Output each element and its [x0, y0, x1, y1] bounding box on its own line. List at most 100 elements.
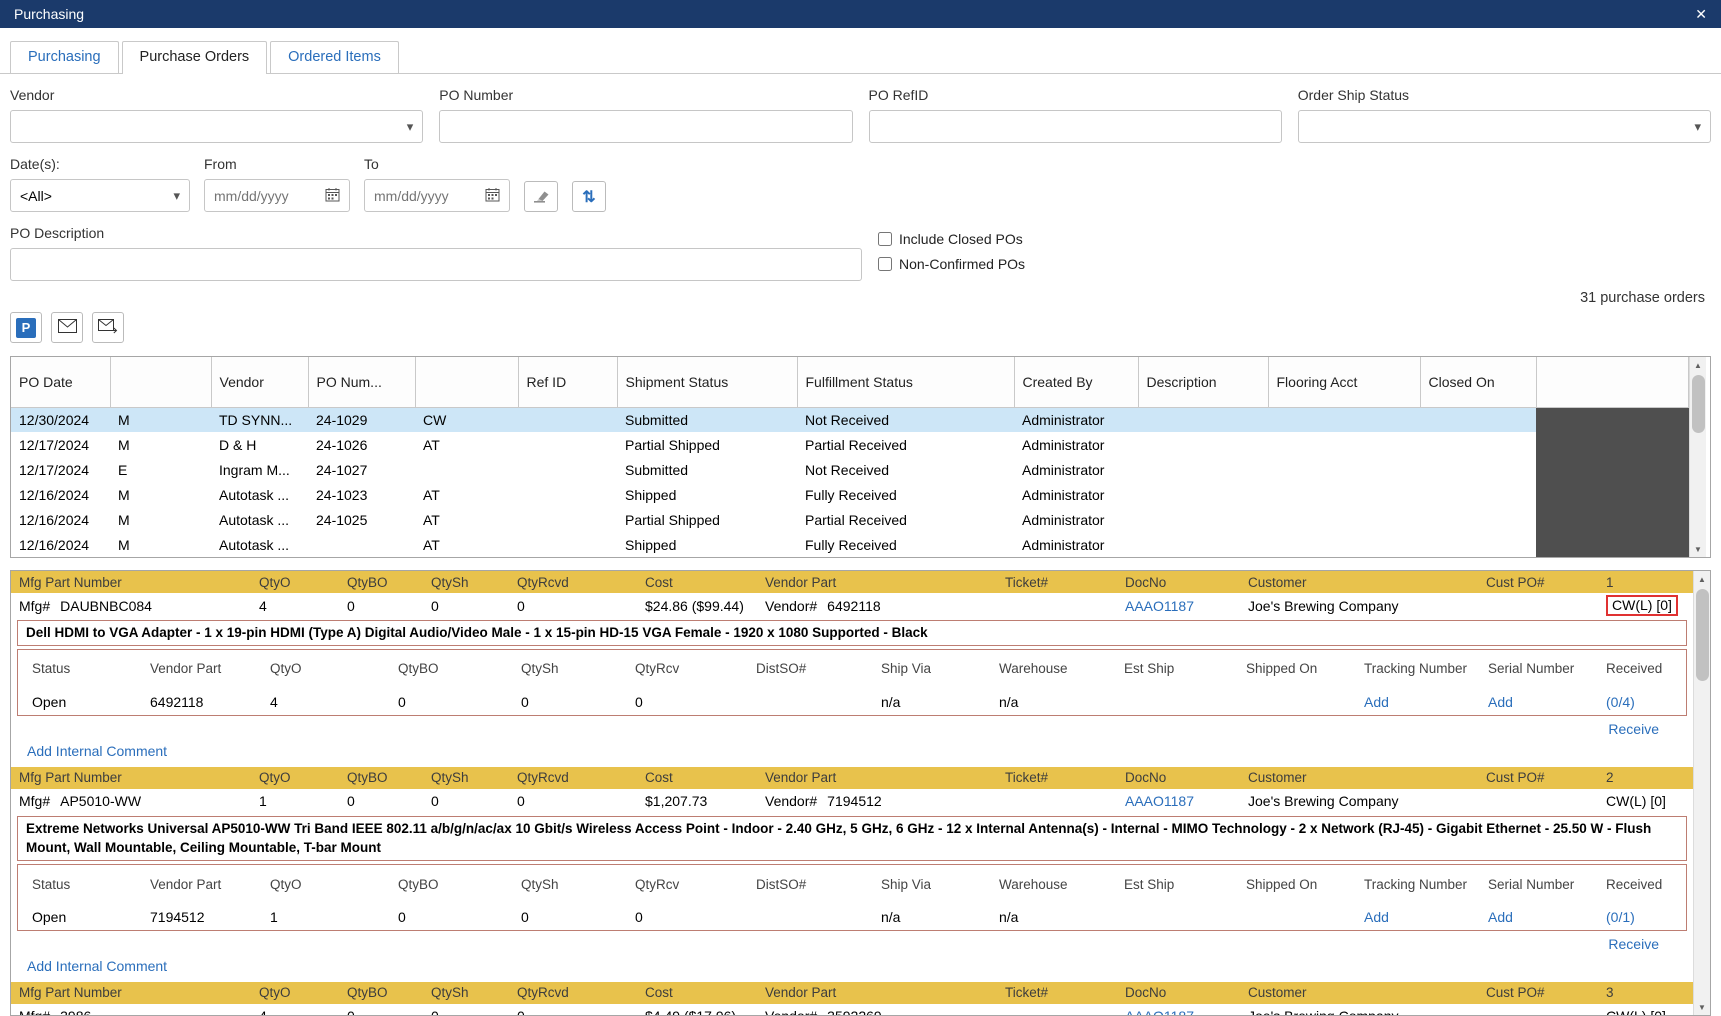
include-closed-pos-option[interactable]: Include Closed POs	[878, 231, 1025, 247]
receive-link[interactable]: Receive	[1608, 721, 1659, 737]
cell-fulfillment-status: Not Received	[805, 461, 890, 478]
received-count-link[interactable]: (0/1)	[1606, 909, 1635, 925]
calendar-icon[interactable]	[485, 187, 500, 205]
cw-link[interactable]: CW(L) [0]	[1606, 1008, 1666, 1015]
po-number-input[interactable]	[439, 110, 853, 143]
col-shipment-status[interactable]: Shipment Status	[617, 357, 798, 408]
po-description-input[interactable]	[10, 248, 862, 281]
dates-select[interactable]: <All> ▾	[10, 179, 190, 212]
line-item-header: Mfg Part Number QtyO QtyBO QtySh QtyRcvd…	[11, 766, 1693, 789]
tab-purchasing[interactable]: Purchasing	[10, 41, 119, 73]
table-row[interactable]: 12/16/2024 M Autotask ... AT Shipped Ful…	[11, 532, 1689, 557]
col-qtyrcv: QtyRcv	[635, 876, 680, 892]
add-internal-comment-link[interactable]: Add Internal Comment	[27, 958, 167, 974]
add-internal-comment-link[interactable]: Add Internal Comment	[27, 743, 167, 759]
col-qtyrcvd: QtyRcvd	[517, 985, 569, 1001]
docno-link[interactable]: AAAO1187	[1125, 598, 1194, 614]
col-po-num[interactable]: PO Num...	[308, 357, 416, 408]
cw-link[interactable]: CW(L) [0]	[1612, 597, 1672, 613]
col-fulfillment-status[interactable]: Fulfillment Status	[797, 357, 1015, 408]
non-confirmed-pos-option[interactable]: Non-Confirmed POs	[878, 256, 1025, 272]
po-refid-input[interactable]	[868, 110, 1282, 143]
qtyo-value: 1	[270, 909, 278, 926]
vendor-part-number: 6492118	[827, 597, 881, 614]
email-forward-button[interactable]	[92, 312, 124, 343]
non-confirmed-pos-checkbox[interactable]	[878, 257, 892, 271]
to-date-placeholder: mm/dd/yyyy	[374, 187, 449, 204]
refresh-button[interactable]: ⇅	[572, 181, 606, 212]
cell-ref-id	[518, 507, 617, 532]
chevron-down-icon: ▾	[1694, 118, 1701, 134]
order-ship-status-select[interactable]: ▾	[1297, 110, 1711, 143]
customer-value: Joe's Brewing Company	[1248, 1008, 1486, 1015]
scroll-down-icon[interactable]: ▼	[1694, 999, 1711, 1015]
add-serial-link[interactable]: Add	[1488, 694, 1513, 710]
col-flooring-acct[interactable]: Flooring Acct	[1268, 357, 1421, 408]
col-cust-po: Cust PO#	[1486, 985, 1545, 1001]
qtybo-value: 0	[398, 694, 406, 711]
cell-closed-on	[1420, 507, 1536, 532]
line-item-row: Mfg# 3986 4 0 0 0 $4.49 ($17.96) Vendor# 3…	[11, 1004, 1693, 1015]
clear-filters-button[interactable]	[524, 181, 558, 212]
scroll-down-icon[interactable]: ▼	[1690, 541, 1707, 557]
po-document-button[interactable]: P	[10, 312, 42, 343]
include-closed-pos-checkbox[interactable]	[878, 232, 892, 246]
scroll-up-icon[interactable]: ▲	[1690, 357, 1707, 373]
add-tracking-link[interactable]: Add	[1364, 694, 1389, 710]
col-po-date[interactable]: PO Date	[11, 357, 111, 408]
tab-ordered-items[interactable]: Ordered Items	[270, 41, 399, 73]
po-table-scrollbar[interactable]: ▲ ▼	[1689, 357, 1706, 557]
cell-created-by: Administrator	[1022, 461, 1105, 478]
table-row[interactable]: 12/17/2024 M D & H 24-1026 AT Partial Sh…	[11, 432, 1689, 457]
from-date-placeholder: mm/dd/yyyy	[214, 187, 289, 204]
cell-source: AT	[423, 511, 440, 528]
line-item-row: Mfg# AP5010-WW 1 0 0 0 $1,207.73 Vendor# 7…	[11, 789, 1693, 814]
vendor-part-value: 7194512	[150, 909, 205, 926]
cell-fulfillment-status: Partial Received	[805, 436, 907, 453]
to-date-input[interactable]: mm/dd/yyyy	[364, 179, 510, 212]
scrollbar-thumb[interactable]	[1695, 589, 1709, 681]
line-item-index: 3	[1606, 985, 1614, 1001]
docno-link[interactable]: AAAO1187	[1125, 1008, 1194, 1015]
col-description[interactable]: Description	[1138, 357, 1269, 408]
calendar-icon[interactable]	[325, 187, 340, 205]
col-status: Status	[32, 876, 71, 892]
cell-shipment-status: Submitted	[617, 407, 797, 432]
col-source[interactable]	[415, 357, 519, 408]
col-qtybo: QtyBO	[398, 661, 439, 677]
toolbar: P	[0, 306, 1721, 343]
scrollbar-thumb[interactable]	[1691, 375, 1705, 433]
cw-link[interactable]: CW(L) [0]	[1606, 793, 1666, 809]
add-serial-link[interactable]: Add	[1488, 909, 1513, 925]
table-row[interactable]: 12/16/2024 M Autotask ... 24-1025 AT Par…	[11, 507, 1689, 532]
col-closed-on[interactable]: Closed On	[1420, 357, 1537, 408]
cell-type: M	[118, 486, 130, 503]
table-row[interactable]: 12/30/2024 M TD SYNN... 24-1029 CW Submi…	[11, 407, 1689, 432]
cell-created-by: Administrator	[1022, 436, 1105, 453]
col-vendor[interactable]: Vendor	[211, 357, 309, 408]
receive-link[interactable]: Receive	[1608, 936, 1659, 952]
vendor-select[interactable]: ▾	[10, 110, 424, 143]
col-type[interactable]	[110, 357, 212, 408]
email-button[interactable]	[51, 312, 83, 343]
col-created-by[interactable]: Created By	[1014, 357, 1139, 408]
col-qtyo: QtyO	[259, 574, 291, 590]
table-row[interactable]: 12/17/2024 E Ingram M... 24-1027 Submitt…	[11, 457, 1689, 482]
cell-closed-on	[1420, 407, 1536, 432]
table-row[interactable]: 12/16/2024 M Autotask ... 24-1023 AT Shi…	[11, 482, 1689, 507]
detail-scrollbar[interactable]: ▲ ▼	[1693, 571, 1710, 1015]
received-count-link[interactable]: (0/4)	[1606, 694, 1635, 710]
from-date-input[interactable]: mm/dd/yyyy	[204, 179, 350, 212]
refresh-icon: ⇅	[582, 188, 596, 206]
close-icon[interactable]: ✕	[1695, 7, 1707, 21]
tab-purchase-orders[interactable]: Purchase Orders	[121, 41, 268, 74]
vendor-label: Vendor	[10, 87, 55, 103]
scroll-up-icon[interactable]: ▲	[1694, 571, 1711, 587]
col-qtybo: QtyBO	[398, 876, 439, 892]
add-tracking-link[interactable]: Add	[1364, 909, 1389, 925]
col-cust-po: Cust PO#	[1486, 770, 1545, 786]
docno-link[interactable]: AAAO1187	[1125, 793, 1194, 809]
cell-vendor: TD SYNN...	[211, 407, 308, 432]
cell-source	[415, 457, 518, 482]
col-ref-id[interactable]: Ref ID	[518, 357, 618, 408]
